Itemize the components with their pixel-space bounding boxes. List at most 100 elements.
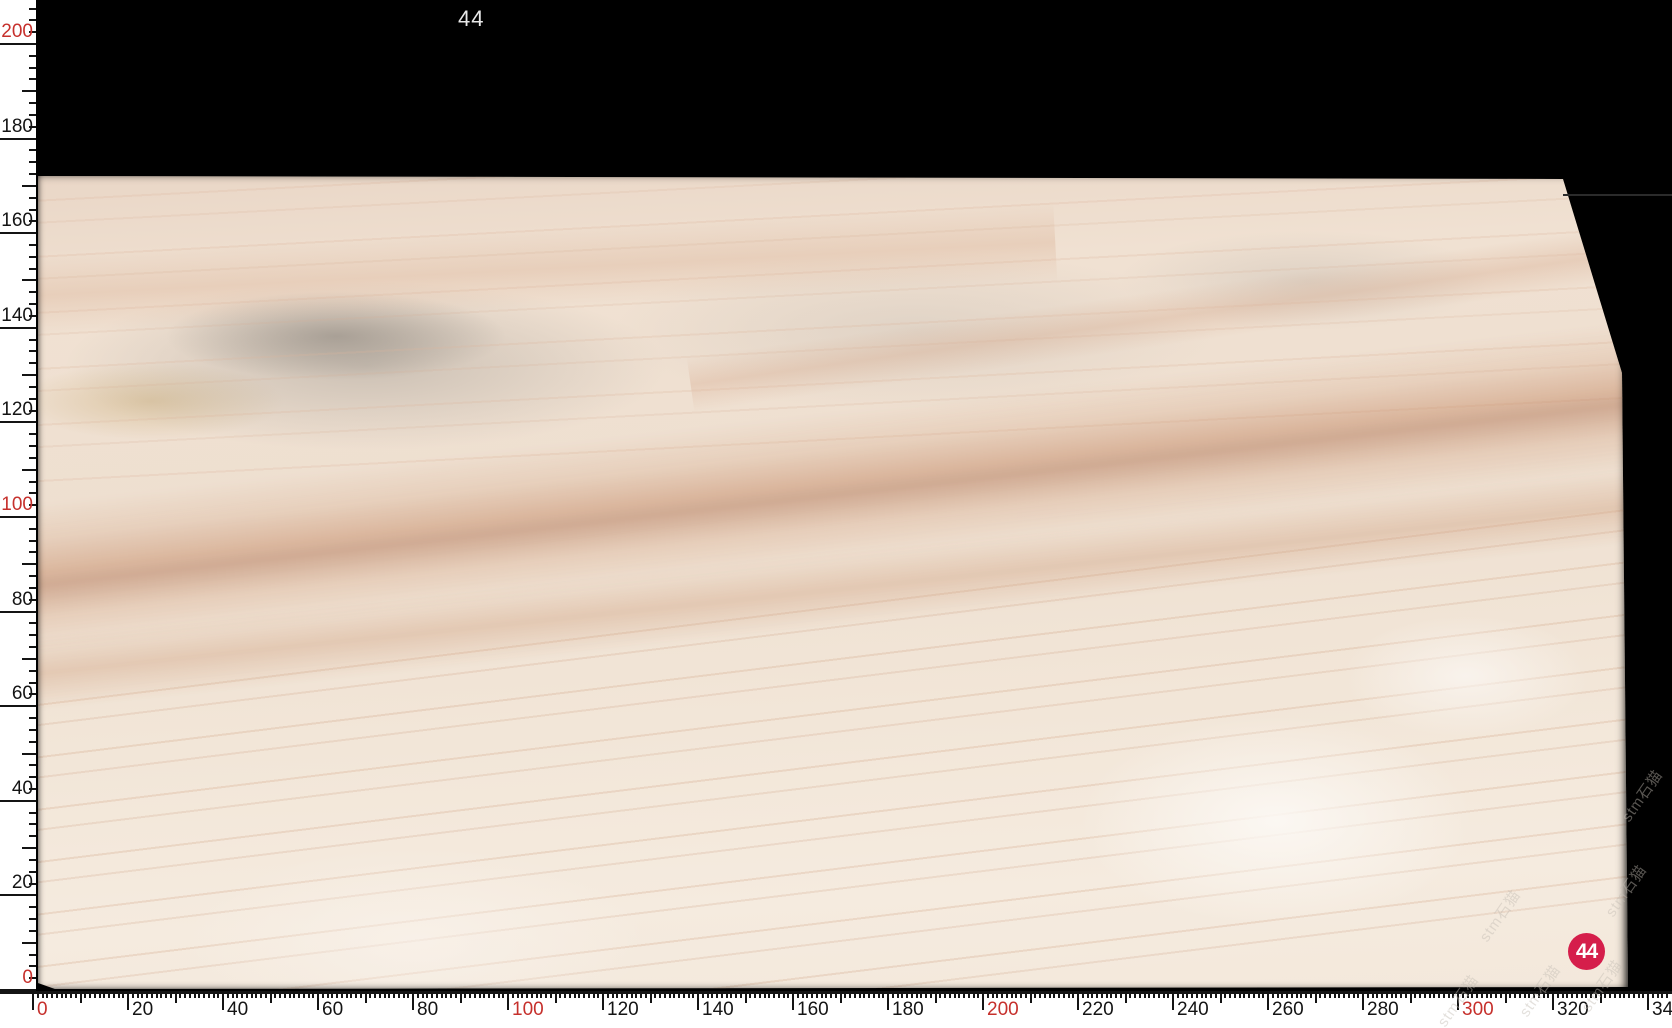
ruler-tick: [1167, 991, 1169, 998]
ruler-tick: [1353, 991, 1355, 998]
ruler-major-tick: [0, 894, 36, 896]
ruler-tick: [1182, 991, 1184, 998]
ruler-tick: [882, 991, 884, 998]
ruler-tick: [555, 991, 557, 1003]
ruler-tick: [1614, 991, 1616, 998]
ruler-tick: [564, 991, 566, 998]
ruler-tick: [688, 991, 690, 998]
slab-id-top-label: 44: [458, 6, 485, 31]
ruler-label: 0: [22, 967, 33, 988]
ruler-tick: [1443, 991, 1445, 998]
ruler-tick: [574, 991, 576, 998]
ruler-tick: [968, 991, 970, 998]
ruler-tick: [797, 991, 799, 998]
ruler-tick: [783, 991, 785, 998]
ruler-tick: [29, 575, 36, 577]
ruler-tick: [1134, 991, 1136, 998]
ruler-tick: [1120, 991, 1122, 998]
ruler-tick: [251, 991, 253, 998]
ruler-major-tick: [1172, 991, 1174, 1010]
ruler-tick: [29, 622, 36, 624]
ruler-tick: [355, 991, 357, 998]
ruler-tick: [37, 991, 39, 998]
ruler-tick: [954, 991, 956, 998]
ruler-tick: [859, 991, 861, 998]
ruler-tick: [1319, 991, 1321, 998]
ruler-tick: [1414, 991, 1416, 998]
ruler-tick: [1191, 991, 1193, 998]
ruler-tick: [29, 764, 36, 766]
ruler-tick: [29, 717, 36, 719]
ruler-tick: [29, 634, 36, 636]
ruler-tick: [1628, 991, 1630, 998]
ruler-tick: [1001, 991, 1003, 998]
ruler-tick: [1239, 991, 1241, 998]
ruler-tick: [29, 149, 36, 151]
ruler-tick: [996, 991, 998, 998]
ruler-tick: [1110, 991, 1112, 998]
ruler-tick: [393, 991, 395, 998]
ruler-major-tick: [792, 991, 794, 1010]
ruler-tick: [398, 991, 400, 998]
ruler-tick: [22, 563, 36, 565]
slab-vein-band: [38, 461, 1628, 716]
ruler-tick: [1248, 991, 1250, 998]
ruler-tick: [241, 991, 243, 998]
ruler-tick: [29, 55, 36, 57]
ruler-tick: [160, 991, 162, 998]
ruler-tick: [963, 991, 965, 998]
ruler-label: 220: [1082, 999, 1114, 1020]
ruler-label: 140: [1, 305, 33, 326]
ruler-tick: [198, 991, 200, 998]
ruler-tick: [754, 991, 756, 998]
ruler-major-tick: [887, 991, 889, 1010]
ruler-tick: [1068, 991, 1070, 998]
ruler-tick: [1481, 991, 1483, 998]
ruler-tick: [22, 90, 36, 92]
ruler-tick: [1410, 991, 1412, 1003]
ruler-tick: [863, 991, 865, 998]
ruler-tick: [483, 991, 485, 998]
ruler-tick: [1201, 991, 1203, 998]
ruler-tick: [806, 991, 808, 998]
ruler-tick: [1044, 991, 1046, 998]
ruler-tick: [840, 991, 842, 1003]
ruler-tick: [308, 991, 310, 998]
ruler-tick: [939, 991, 941, 998]
ruler-tick: [1490, 991, 1492, 998]
ruler-tick: [103, 991, 105, 998]
ruler-tick: [1091, 991, 1093, 998]
ruler-tick: [29, 823, 36, 825]
ruler-tick: [236, 991, 238, 998]
ruler-tick: [29, 173, 36, 175]
ruler-tick: [29, 481, 36, 483]
ruler-tick: [1324, 991, 1326, 998]
ruler-major-tick: [1267, 991, 1269, 1010]
ruler-tick: [1310, 991, 1312, 998]
ruler-tick: [512, 991, 514, 998]
ruler-tick: [1215, 991, 1217, 998]
ruler-tick: [1101, 991, 1103, 998]
ruler-major-tick: [412, 991, 414, 1010]
ruler-tick: [1286, 991, 1288, 998]
ruler-tick: [279, 991, 281, 998]
ruler-tick: [1642, 991, 1644, 998]
ruler-tick: [260, 991, 262, 998]
ruler-label: 100: [512, 999, 544, 1020]
ruler-major-tick: [0, 421, 36, 423]
ruler-tick: [80, 991, 82, 1003]
ruler-tick: [569, 991, 571, 998]
ruler-tick: [22, 847, 36, 849]
ruler-tick: [935, 991, 937, 1003]
ruler-tick: [29, 741, 36, 743]
ruler-label: 20: [132, 999, 154, 1020]
ruler-tick: [517, 991, 519, 998]
ruler-major-tick: [0, 800, 36, 802]
ruler-tick: [1177, 991, 1179, 998]
ruler-tick: [1163, 991, 1165, 998]
ruler-label: 340: [1652, 999, 1672, 1020]
ruler-tick: [659, 991, 661, 998]
ruler-tick: [298, 991, 300, 998]
ruler-tick: [122, 991, 124, 998]
ruler-tick: [1376, 991, 1378, 998]
